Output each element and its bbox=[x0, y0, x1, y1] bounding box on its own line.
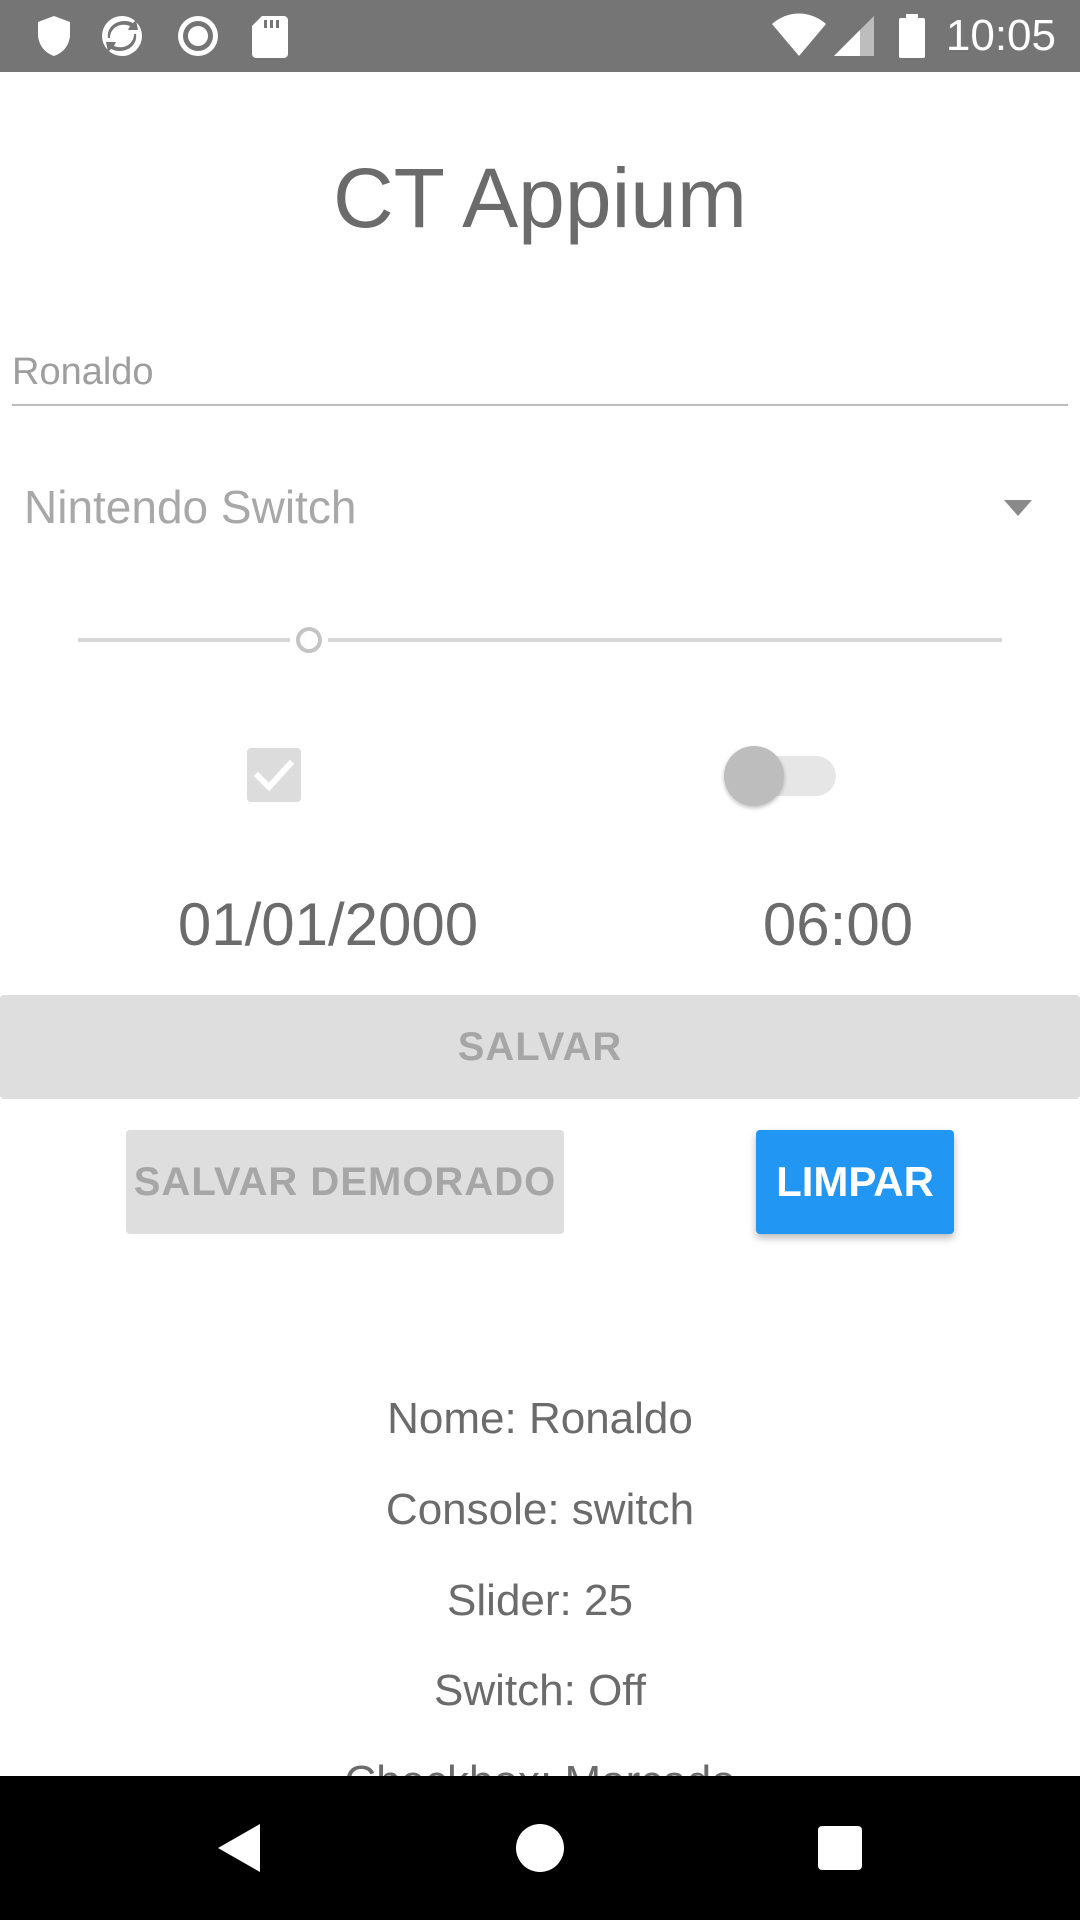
back-icon[interactable] bbox=[208, 1816, 272, 1880]
home-icon[interactable] bbox=[508, 1816, 572, 1880]
signal-icon bbox=[834, 16, 874, 56]
shield-icon bbox=[38, 16, 70, 56]
console-select[interactable]: Nintendo Switch bbox=[24, 470, 1034, 550]
app-title: CT Appium bbox=[333, 151, 747, 245]
switch-thumb bbox=[724, 746, 784, 806]
result-name: Nome: Ronaldo bbox=[387, 1394, 693, 1443]
battery-icon bbox=[899, 14, 925, 58]
recents-icon[interactable] bbox=[808, 1816, 872, 1880]
console-select-value: Nintendo Switch bbox=[24, 481, 357, 533]
date-field[interactable]: 01/01/2000 bbox=[100, 890, 556, 959]
navigation-bar bbox=[0, 1776, 1080, 1920]
time-field[interactable]: 06:00 bbox=[700, 890, 976, 959]
slider-track-left bbox=[78, 638, 290, 642]
result-slider: Slider: 25 bbox=[447, 1576, 633, 1625]
result-console: Console: switch bbox=[385, 1485, 695, 1534]
checkbox[interactable] bbox=[247, 748, 301, 802]
switch[interactable] bbox=[724, 746, 838, 806]
sync-icon bbox=[102, 16, 142, 56]
slider[interactable] bbox=[78, 620, 1002, 660]
save-button[interactable]: SALVAR bbox=[0, 995, 1080, 1099]
checkmark-icon bbox=[253, 759, 295, 792]
slider-track-right bbox=[328, 638, 1002, 642]
sd-card-icon bbox=[252, 16, 288, 58]
record-icon bbox=[178, 16, 218, 56]
slider-thumb[interactable] bbox=[296, 627, 322, 653]
dropdown-arrow-icon bbox=[1004, 500, 1032, 516]
wifi-icon bbox=[772, 13, 826, 56]
result-switch: Switch: Off bbox=[434, 1666, 646, 1715]
clear-button[interactable]: LIMPAR bbox=[756, 1130, 954, 1234]
status-time: 10:05 bbox=[945, 11, 1056, 60]
name-input[interactable] bbox=[12, 340, 1068, 406]
status-bar: 10:05 bbox=[0, 0, 1080, 72]
save-delayed-button[interactable]: SALVAR DEMORADO bbox=[126, 1130, 564, 1234]
